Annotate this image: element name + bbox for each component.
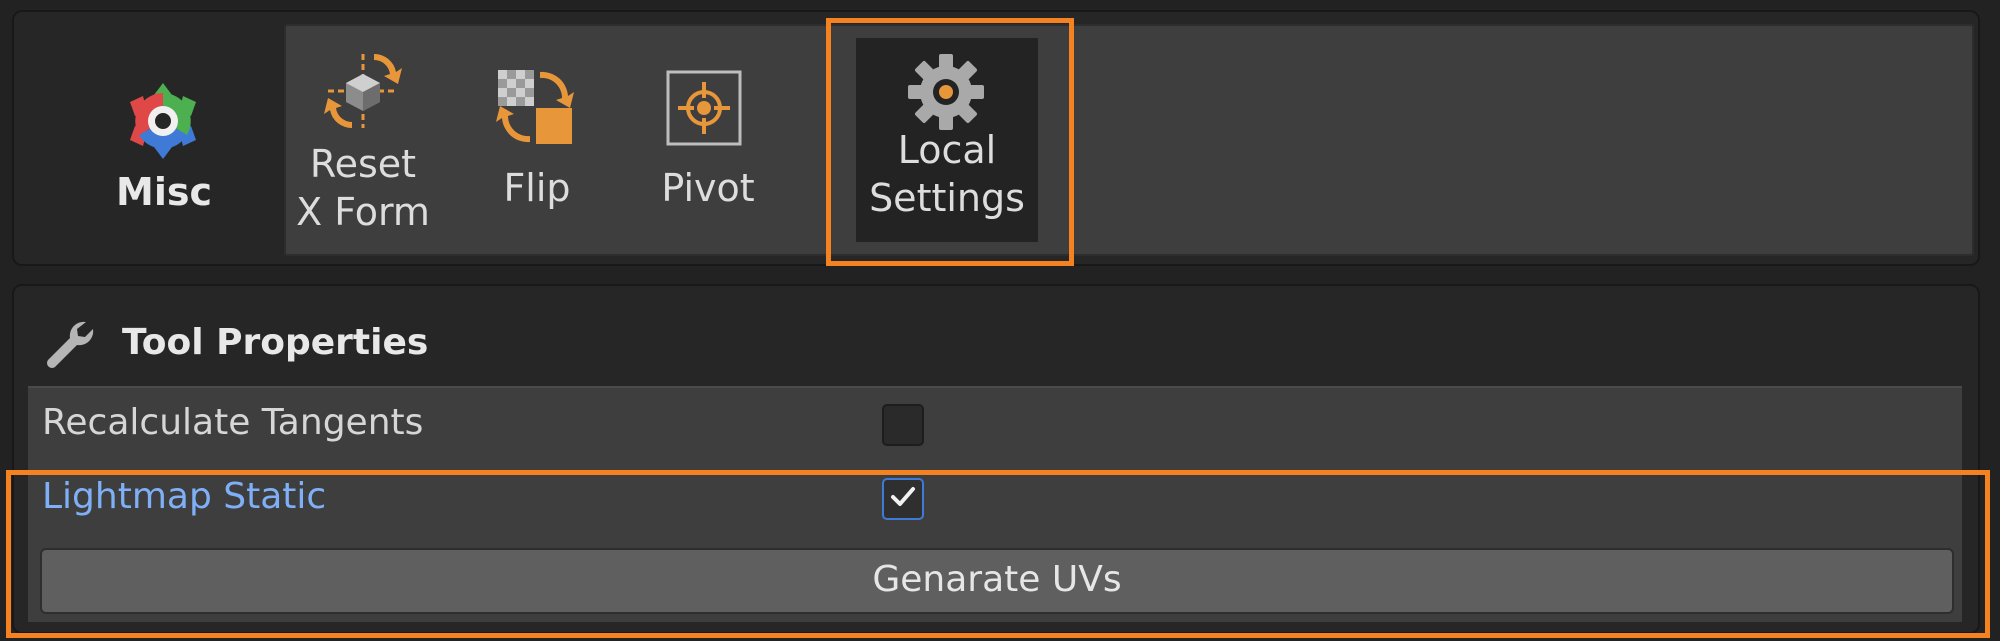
- local-settings-highlight: [826, 18, 1074, 266]
- flip-button[interactable]: Flip: [440, 26, 634, 254]
- reset-xform-label-line1: Reset: [309, 142, 417, 186]
- recalculate-tangents-label: Recalculate Tangents: [42, 402, 424, 443]
- tool-strip: Reset X Form Flip Pivot Local Settings: [284, 24, 1974, 256]
- recalculate-tangents-row: Recalculate Tangents: [28, 388, 1962, 458]
- category-label: Misc: [116, 170, 212, 214]
- pivot-label: Pivot: [661, 166, 755, 210]
- recalculate-tangents-checkbox[interactable]: [882, 404, 924, 446]
- tool-properties-title: Tool Properties: [122, 322, 429, 363]
- reset-xform-label-line2: X Form: [296, 190, 430, 234]
- lightmap-section-highlight: [6, 470, 1990, 638]
- root: Misc Reset X Form Flip Pivot Local Setti…: [0, 0, 2000, 641]
- tool-properties-header: Tool Properties: [14, 286, 1978, 382]
- flip-label: Flip: [503, 166, 571, 210]
- misc-category[interactable]: Misc: [14, 12, 284, 264]
- reset-xform-icon: [324, 53, 402, 129]
- pivot-button[interactable]: Pivot: [634, 26, 782, 254]
- flip-icon: [496, 70, 574, 144]
- misc-gear-icon: [130, 83, 196, 159]
- wrench-icon: [47, 321, 94, 368]
- reset-xform-button[interactable]: Reset X Form: [286, 26, 440, 254]
- pivot-icon: [666, 70, 742, 146]
